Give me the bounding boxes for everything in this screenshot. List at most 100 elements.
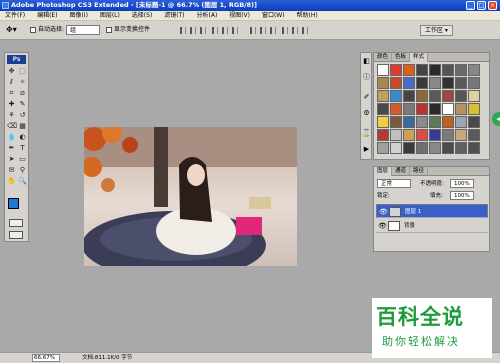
type-tool-icon[interactable]: T <box>18 144 27 153</box>
style-swatch[interactable] <box>429 129 441 141</box>
style-swatch[interactable] <box>455 64 467 76</box>
clone-stamp-icon[interactable]: ⚘ <box>7 111 16 120</box>
style-swatch[interactable] <box>442 129 454 141</box>
opacity-field[interactable]: 100% <box>450 179 474 188</box>
style-swatch[interactable] <box>403 103 415 115</box>
align-vcenter-icon[interactable] <box>190 27 196 34</box>
style-swatch[interactable] <box>377 142 389 154</box>
zoom-field[interactable]: 66.67% <box>32 354 60 362</box>
menu-analysis[interactable]: 分析(A) <box>192 11 223 21</box>
hand-tool-icon[interactable]: ✋ <box>7 177 16 186</box>
align-right-icon[interactable] <box>232 27 238 34</box>
menu-image[interactable]: 图像(I) <box>64 11 92 21</box>
gradient-tool-icon[interactable]: ▦ <box>18 122 27 131</box>
style-swatch[interactable] <box>416 116 428 128</box>
menu-select[interactable]: 选择(S) <box>127 11 158 21</box>
style-swatch[interactable] <box>403 77 415 89</box>
tool-presets-icon[interactable]: ⚙ <box>362 109 371 118</box>
fill-field[interactable]: 100% <box>450 191 474 200</box>
style-swatch[interactable] <box>377 90 389 102</box>
move-tool-preset-icon[interactable]: ✥▾ <box>6 25 17 35</box>
style-swatch[interactable] <box>455 142 467 154</box>
style-swatch[interactable] <box>390 142 402 154</box>
style-swatch[interactable] <box>442 103 454 115</box>
layer-visibility-eye-icon[interactable]: 👁 <box>378 222 387 230</box>
tab-color[interactable]: 颜色 <box>374 53 393 62</box>
style-swatch[interactable] <box>429 116 441 128</box>
style-swatch[interactable] <box>455 77 467 89</box>
distribute-left-icon[interactable] <box>282 27 288 34</box>
style-swatch[interactable] <box>390 116 402 128</box>
menu-filter[interactable]: 滤镜(T) <box>159 11 189 21</box>
navigator-icon[interactable]: ◧ <box>362 57 371 66</box>
screen-mode-button[interactable] <box>9 231 23 239</box>
style-swatch[interactable] <box>442 116 454 128</box>
style-swatch[interactable] <box>468 129 480 141</box>
healing-brush-icon[interactable]: ✚ <box>7 100 16 109</box>
brush-tool-icon[interactable]: ✎ <box>18 100 27 109</box>
style-swatch[interactable] <box>416 90 428 102</box>
tab-layers[interactable]: 图层 <box>374 167 393 176</box>
style-swatch[interactable] <box>468 116 480 128</box>
blur-tool-icon[interactable]: 💧 <box>7 133 16 142</box>
pen-tool-icon[interactable]: ✒ <box>7 144 16 153</box>
menu-file[interactable]: 文件(F) <box>0 11 30 21</box>
style-swatch[interactable] <box>416 142 428 154</box>
quick-mask-button[interactable] <box>9 219 23 227</box>
style-swatch[interactable] <box>377 64 389 76</box>
foreground-color-swatch[interactable] <box>8 198 19 209</box>
minimize-button[interactable]: _ <box>466 1 475 10</box>
layer-visibility-eye-icon[interactable]: 👁 <box>379 208 388 216</box>
style-swatch[interactable] <box>377 103 389 115</box>
style-swatch[interactable] <box>390 103 402 115</box>
style-swatch[interactable] <box>416 129 428 141</box>
distribute-right-icon[interactable] <box>302 27 308 34</box>
style-swatch[interactable] <box>468 90 480 102</box>
style-swatch[interactable] <box>377 129 389 141</box>
auto-select-checkbox[interactable] <box>30 26 36 33</box>
tab-channels[interactable]: 通道 <box>392 167 411 176</box>
align-bottom-icon[interactable] <box>200 27 206 34</box>
align-left-icon[interactable] <box>212 27 218 34</box>
tab-swatches[interactable]: 色板 <box>392 53 411 62</box>
workspace-menu[interactable]: 工作区 ▾ <box>420 25 453 36</box>
distribute-vcenter-icon[interactable] <box>260 27 266 34</box>
notes-tool-icon[interactable]: ✉ <box>7 166 16 175</box>
style-swatch[interactable] <box>416 77 428 89</box>
menu-window[interactable]: 窗口(W) <box>257 11 290 21</box>
layer-row-layer1[interactable]: 👁 图层 1 <box>376 204 488 218</box>
style-swatch[interactable] <box>390 129 402 141</box>
lasso-tool-icon[interactable]: ℓ <box>7 78 16 87</box>
style-swatch[interactable] <box>442 90 454 102</box>
eyedropper-icon[interactable]: ⚲ <box>18 166 27 175</box>
style-swatch[interactable] <box>442 64 454 76</box>
move-tool-icon[interactable]: ✥ <box>7 67 16 76</box>
info-icon[interactable]: ⓘ <box>362 73 371 82</box>
maximize-button[interactable]: □ <box>477 1 486 10</box>
style-swatch[interactable] <box>429 142 441 154</box>
menu-layer[interactable]: 图层(L) <box>95 11 125 21</box>
style-swatch[interactable] <box>390 90 402 102</box>
style-swatch[interactable] <box>468 103 480 115</box>
align-hcenter-icon[interactable] <box>222 27 228 34</box>
history-brush-icon[interactable]: ↺ <box>18 111 27 120</box>
style-swatch[interactable] <box>390 64 402 76</box>
style-swatch[interactable] <box>403 129 415 141</box>
style-swatch[interactable] <box>377 116 389 128</box>
style-swatch[interactable] <box>455 116 467 128</box>
style-swatch[interactable] <box>455 90 467 102</box>
style-swatch[interactable] <box>429 103 441 115</box>
zoom-tool-icon[interactable]: 🔍 <box>18 177 27 186</box>
menu-help[interactable]: 帮助(H) <box>291 11 322 21</box>
style-swatch[interactable] <box>390 77 402 89</box>
marquee-tool-icon[interactable]: ⬚ <box>18 67 27 76</box>
style-swatch[interactable] <box>377 77 389 89</box>
style-swatch[interactable] <box>429 77 441 89</box>
menu-edit[interactable]: 编辑(E) <box>32 11 62 21</box>
brushes-icon[interactable]: ✐ <box>362 93 371 102</box>
style-swatch[interactable] <box>442 142 454 154</box>
shape-tool-icon[interactable]: ▭ <box>18 155 27 164</box>
style-swatch[interactable] <box>442 77 454 89</box>
tab-paths[interactable]: 路径 <box>410 167 429 176</box>
style-swatch[interactable] <box>403 116 415 128</box>
